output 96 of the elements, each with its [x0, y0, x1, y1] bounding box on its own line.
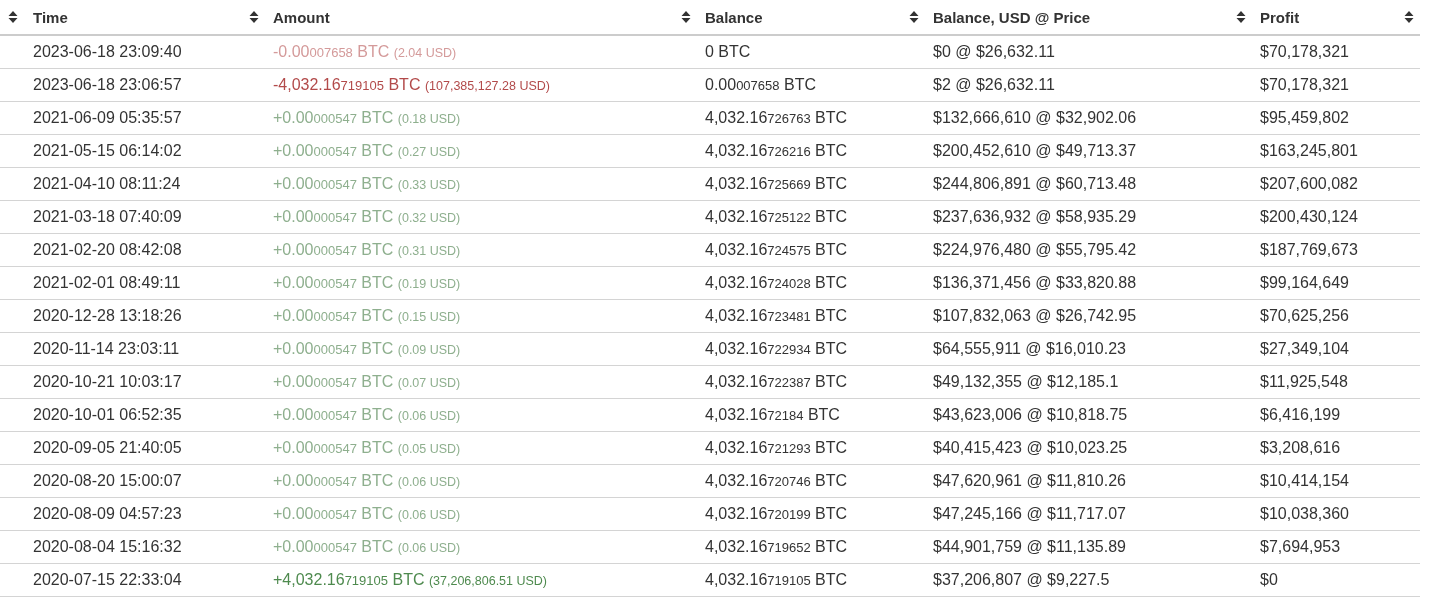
profit-cell: $99,164,649: [1260, 274, 1349, 291]
sort-icon[interactable]: [681, 10, 691, 24]
profit-cell: $70,178,321: [1260, 76, 1349, 93]
time-cell: 2021-03-18 07:40:09: [33, 208, 182, 225]
balance-cell: 4,032.16722934 BTC: [705, 340, 848, 357]
balance-usd-cell: $44,901,759 @ $11,135.89: [933, 538, 1126, 555]
time-cell: 2023-06-18 23:09:40: [33, 43, 182, 60]
amount-cell: +0.00000547 BTC (0.09 USD): [273, 340, 461, 357]
balance-usd-cell: $49,132,355 @ $12,185.1: [933, 373, 1119, 390]
sort-icon[interactable]: [1236, 10, 1246, 24]
column-header[interactable]: Profit: [1260, 8, 1300, 26]
amount-cell: +4,032.16719105 BTC (37,206,806.51 USD): [273, 571, 548, 588]
amount-cell: +0.00000547 BTC (0.07 USD): [273, 373, 461, 390]
time-cell: 2020-08-09 04:57:23: [33, 505, 182, 522]
sort-icon[interactable]: [8, 10, 18, 24]
balance-cell: 4,032.16720746 BTC: [705, 472, 848, 489]
profit-cell: $207,600,082: [1260, 175, 1358, 192]
balance-cell: 4,032.16722387 BTC: [705, 373, 848, 390]
balance-usd-cell: $200,452,610 @ $49,713.37: [933, 142, 1137, 159]
sort-icon[interactable]: [909, 10, 919, 24]
time-cell: 2020-10-21 10:03:17: [33, 373, 182, 390]
balance-cell: 4,032.16719105 BTC: [705, 571, 848, 588]
amount-cell: +0.00000547 BTC (0.19 USD): [273, 274, 461, 291]
profit-cell: $70,178,321: [1260, 43, 1349, 60]
time-cell: 2021-06-09 05:35:57: [33, 109, 182, 126]
balance-usd-cell: $107,832,063 @ $26,742.95: [933, 307, 1137, 324]
profit-cell: $7,694,953: [1260, 538, 1341, 555]
amount-cell: +0.00000547 BTC (0.06 USD): [273, 505, 461, 522]
balance-cell: 4,032.16723481 BTC: [705, 307, 848, 324]
balance-usd-cell: $64,555,911 @ $16,010.23: [933, 340, 1126, 357]
balance-usd-cell: $244,806,891 @ $60,713.48: [933, 175, 1137, 192]
balance-usd-cell: $0 @ $26,632.11: [933, 43, 1055, 60]
balance-usd-cell: $2 @ $26,632.11: [933, 76, 1055, 93]
amount-cell: -4,032.16719105 BTC (107,385,127.28 USD): [273, 76, 550, 93]
profit-cell: $3,208,616: [1260, 439, 1341, 456]
balance-cell: 4,032.16724575 BTC: [705, 241, 848, 258]
amount-cell: +0.00000547 BTC (0.06 USD): [273, 538, 461, 555]
balance-usd-cell: $47,620,961 @ $11,810.26: [933, 472, 1126, 489]
amount-cell: +0.00000547 BTC (0.06 USD): [273, 406, 461, 423]
balance-cell: 4,032.16721293 BTC: [705, 439, 848, 456]
time-cell: 2021-02-01 08:49:11: [33, 274, 181, 291]
time-cell: 2020-11-14 23:03:11: [33, 340, 180, 357]
balance-usd-cell: $43,623,006 @ $10,818.75: [933, 406, 1128, 423]
column-header[interactable]: Amount: [273, 8, 330, 26]
balance-usd-cell: $237,636,932 @ $58,935.29: [933, 208, 1137, 225]
amount-cell: +0.00000547 BTC (0.31 USD): [273, 241, 461, 258]
amount-cell: +0.00000547 BTC (0.05 USD): [273, 439, 461, 456]
column-header[interactable]: Balance: [705, 8, 763, 26]
balance-cell: 0.00007658 BTC: [705, 76, 816, 93]
time-cell: 2020-10-01 06:52:35: [33, 406, 182, 423]
profit-cell: $163,245,801: [1260, 142, 1358, 159]
balance-usd-cell: $47,245,166 @ $11,717.07: [933, 505, 1126, 522]
profit-cell: $6,416,199: [1260, 406, 1341, 423]
profit-cell: $95,459,802: [1260, 109, 1349, 126]
time-cell: 2021-05-15 06:14:02: [33, 142, 182, 159]
time-cell: 2020-07-15 22:33:04: [33, 571, 182, 588]
profit-cell: $200,430,124: [1260, 208, 1358, 225]
profit-cell: $27,349,104: [1260, 340, 1349, 357]
profit-cell: $10,038,360: [1260, 505, 1349, 522]
amount-cell: +0.00000547 BTC (0.18 USD): [273, 109, 461, 126]
balance-cell: 4,032.16726216 BTC: [705, 142, 848, 159]
profit-cell: $187,769,673: [1260, 241, 1358, 258]
time-cell: 2020-09-05 21:40:05: [33, 439, 182, 456]
time-cell: 2021-04-10 08:11:24: [33, 175, 181, 192]
balance-cell: 4,032.16719652 BTC: [705, 538, 848, 555]
amount-cell: +0.00000547 BTC (0.33 USD): [273, 175, 461, 192]
sort-icon[interactable]: [249, 10, 259, 24]
time-cell: 2020-08-20 15:00:07: [33, 472, 182, 489]
balance-cell: 4,032.16720199 BTC: [705, 505, 848, 522]
time-cell: 2023-06-18 23:06:57: [33, 76, 182, 93]
amount-cell: +0.00000547 BTC (0.06 USD): [273, 472, 461, 489]
time-cell: 2020-08-04 15:16:32: [33, 538, 182, 555]
time-cell: 2020-12-28 13:18:26: [33, 307, 182, 324]
balance-usd-cell: $40,415,423 @ $10,023.25: [933, 439, 1128, 456]
column-header[interactable]: Time: [33, 8, 68, 26]
profit-cell: $11,925,548: [1260, 373, 1348, 390]
balance-cell: 4,032.1672184 BTC: [705, 406, 840, 423]
column-header[interactable]: Balance, USD @ Price: [933, 8, 1091, 26]
balance-cell: 4,032.16725669 BTC: [705, 175, 848, 192]
profit-cell: $70,625,256: [1260, 307, 1349, 324]
amount-cell: +0.00000547 BTC (0.15 USD): [273, 307, 461, 324]
balance-usd-cell: $136,371,456 @ $33,820.88: [933, 274, 1137, 291]
sort-icon[interactable]: [1404, 10, 1414, 24]
balance-usd-cell: $132,666,610 @ $32,902.06: [933, 109, 1137, 126]
balance-cell: 4,032.16724028 BTC: [705, 274, 848, 291]
balance-usd-cell: $224,976,480 @ $55,795.42: [933, 241, 1137, 258]
time-cell: 2021-02-20 08:42:08: [33, 241, 182, 258]
amount-cell: +0.00000547 BTC (0.32 USD): [273, 208, 461, 225]
balance-cell: 4,032.16726763 BTC: [705, 109, 848, 126]
balance-cell: 0 BTC: [705, 43, 751, 60]
amount-cell: -0.00007658 BTC (2.04 USD): [273, 43, 457, 60]
profit-cell: $10,414,154: [1260, 472, 1349, 489]
amount-cell: +0.00000547 BTC (0.27 USD): [273, 142, 461, 159]
balance-usd-cell: $37,206,807 @ $9,227.5: [933, 571, 1110, 588]
balance-cell: 4,032.16725122 BTC: [705, 208, 848, 225]
profit-cell: $0: [1260, 571, 1278, 588]
